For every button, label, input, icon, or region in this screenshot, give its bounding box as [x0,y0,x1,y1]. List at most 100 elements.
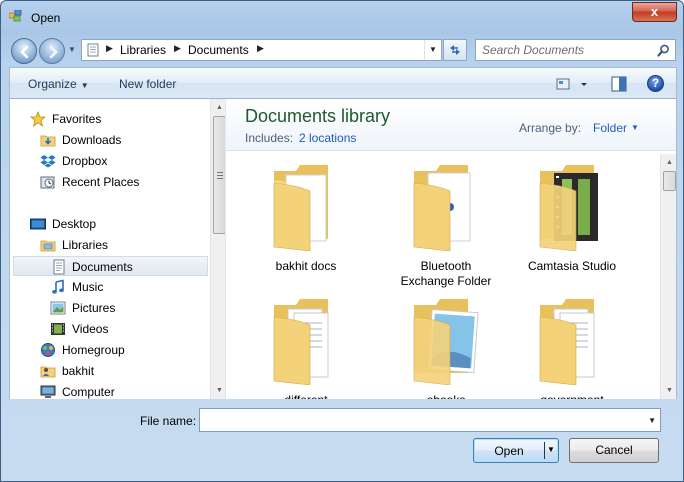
file-item-government[interactable]: government [512,295,632,399]
scroll-down-icon[interactable]: ▼ [211,382,225,399]
preview-pane-button[interactable] [611,76,627,92]
forward-button[interactable] [39,38,65,64]
arrange-by-dropdown[interactable]: Folder [593,121,627,135]
scrollbar-thumb[interactable] [213,116,225,234]
star-icon [30,111,46,127]
nav-item-dropbox[interactable]: Dropbox [10,151,210,171]
library-documents-icon [87,43,99,57]
nav-label: Downloads [62,133,122,147]
file-label-line-2: Exchange Folder [400,274,492,288]
command-bar: Organize ▼ New folder ? [9,67,677,99]
nav-label: Desktop [52,217,97,231]
scrollbar-thumb[interactable] [663,171,676,191]
address-bar[interactable]: ▶ Libraries ▶ Documents ▶ ▼ [81,39,442,61]
bluetooth-folder-icon [413,165,471,251]
nav-item-computer[interactable]: Computer [10,382,210,399]
cancel-button[interactable]: Cancel [569,438,659,463]
nav-item-homegroup[interactable]: Homegroup [10,340,210,360]
change-view-button[interactable] [556,76,592,92]
downloads-folder-icon [40,135,56,147]
breadcrumb-documents[interactable]: Documents [188,43,249,57]
nav-item-bakhit[interactable]: bakhit [10,361,210,381]
back-arrow-icon [20,45,29,59]
locations-link[interactable]: 2 locations [299,131,356,145]
breadcrumb-libraries[interactable]: Libraries [120,43,166,57]
file-label: bakhit docs [275,259,337,273]
help-button[interactable]: ? [647,75,664,92]
nav-label: Documents [72,260,133,274]
nav-label: Libraries [62,238,109,252]
chevron-down-icon[interactable]: ▼ [547,445,555,454]
file-name-input[interactable] [204,412,634,428]
nav-label: Pictures [72,301,116,315]
nav-item-videos[interactable]: Videos [10,319,210,339]
close-icon: x [650,4,659,19]
chevron-right-icon[interactable]: ▶ [106,43,113,54]
computer-icon [40,385,56,398]
open-button[interactable]: Open ▼ [473,438,559,463]
scroll-up-icon[interactable]: ▲ [661,154,676,171]
file-item-camtasia-studio[interactable]: Camtasia Studio [512,161,632,296]
file-item-ebooks[interactable]: ebooks [386,295,506,399]
nav-item-documents[interactable]: Documents [13,256,208,276]
file-name-label: File name: [140,414,197,428]
recent-pages-button[interactable]: ▼ [68,45,78,55]
chevron-right-icon[interactable]: ▶ [257,43,264,54]
nav-item-favorites[interactable]: Favorites [10,109,210,129]
content-scrollbar[interactable]: ▲ ▼ [660,154,676,399]
videos-icon [51,323,65,335]
file-label: ebooks [386,393,506,399]
file-item-bluetooth-exchange[interactable]: Bluetooth Exchange Folder [386,161,506,296]
file-item-different[interactable]: different [246,295,366,399]
search-input[interactable] [482,42,652,58]
search-icon [657,44,669,57]
content-pane: Documents library Includes: 2 locations … [226,99,677,399]
folder-icon [273,165,328,251]
nav-item-music[interactable]: Music [10,277,210,297]
desktop-icon [30,218,46,230]
nav-item-recent-places[interactable]: Recent Places [10,172,210,192]
split-divider [544,442,545,459]
arrange-by-label: Arrange by: [519,121,582,135]
organize-button[interactable]: Organize ▼ [28,77,89,91]
dropbox-icon [40,155,56,168]
nav-item-pictures[interactable]: Pictures [10,298,210,318]
nav-label: Computer [62,385,115,399]
refresh-icon [450,45,460,55]
open-dialog: Open x ▼ ▶ Libraries ▶ Documents ▶ ▼ Sea… [0,0,684,482]
nav-label: bakhit [62,364,95,378]
close-button[interactable]: x [632,2,677,22]
library-title: Documents library [245,106,391,126]
chevron-down-icon[interactable]: ▼ [631,123,639,132]
music-icon [52,279,64,294]
file-item-bakhit-docs[interactable]: bakhit docs [246,161,366,296]
includes-label: Includes: [245,131,294,145]
chevron-right-icon[interactable]: ▶ [174,43,181,54]
chevron-down-icon[interactable]: ▼ [648,416,656,425]
nav-label: Music [72,280,104,294]
chevron-down-icon: ▼ [80,81,89,90]
new-folder-button[interactable]: New folder [119,77,176,91]
navigation-scrollbar[interactable]: ▲ ▼ [210,99,225,399]
address-dropdown-button[interactable]: ▼ [424,40,441,60]
nav-item-downloads[interactable]: Downloads [10,130,210,150]
back-button[interactable] [11,38,37,64]
recent-places-icon [40,176,55,189]
refresh-button[interactable] [443,39,467,61]
window-title: Open [31,11,61,25]
documents-folder-icon [539,299,595,385]
nav-label: Videos [72,322,109,336]
scroll-down-icon[interactable]: ▼ [661,382,676,399]
scroll-up-icon[interactable]: ▲ [211,99,225,116]
homegroup-icon [41,343,55,357]
libraries-icon [40,240,56,252]
nav-item-desktop[interactable]: Desktop [10,214,210,234]
organize-label: Organize [28,77,77,91]
file-label: Bluetooth [420,259,472,273]
search-box[interactable] [475,39,676,61]
library-header: Documents library Includes: 2 locations … [226,99,676,151]
nav-label: Dropbox [62,154,108,168]
file-name-combobox[interactable]: ▼ [199,408,661,432]
nav-item-libraries[interactable]: Libraries [10,235,210,255]
title-bar: Open x [1,1,683,31]
